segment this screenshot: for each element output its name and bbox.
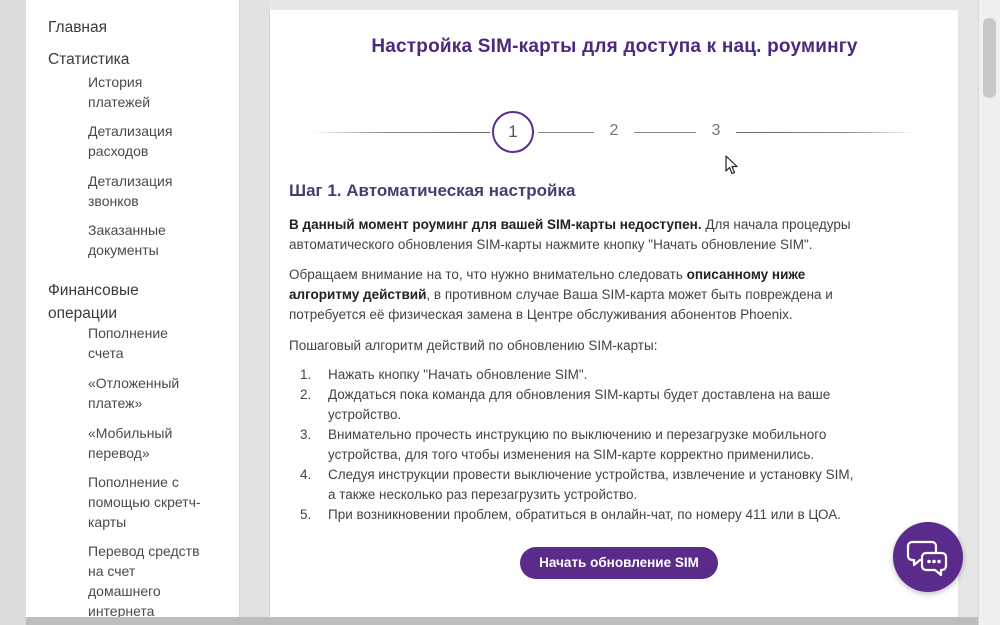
sidebar-item-statistics[interactable]: Статистика — [48, 48, 129, 71]
sidebar-item-label: Детализация — [88, 123, 173, 139]
list-item-number: 4. — [300, 467, 312, 482]
sidebar-item-label: домашнего — [88, 583, 161, 599]
sidebar-item-label: Пополнение с — [88, 474, 179, 490]
list-item: 1. Нажать кнопку "Начать обновление SIM"… — [300, 365, 940, 385]
layout-gap — [958, 0, 978, 625]
paragraph-bold: описанному ниже — [686, 267, 806, 282]
list-item-text: Внимательно прочесть инструкцию по выклю… — [328, 427, 827, 442]
stepper-line — [312, 132, 490, 133]
roaming-unavailable-paragraph: В данный момент роуминг для вашей SIM-ка… — [289, 215, 939, 255]
algorithm-steps-list: 1. Нажать кнопку "Начать обновление SIM"… — [300, 365, 940, 525]
list-item-number: 1. — [300, 367, 312, 382]
sidebar-item-main[interactable]: Главная — [48, 16, 107, 39]
progress-stepper: 1 2 3 — [270, 108, 959, 156]
stepper-line — [736, 132, 918, 133]
sidebar-item-call-details[interactable]: Детализация звонков — [88, 171, 228, 211]
sidebar-item-mobile-transfer[interactable]: «Мобильный перевод» — [88, 423, 228, 463]
sidebar-item-label: операции — [48, 305, 118, 322]
step-2: 2 — [609, 122, 619, 139]
list-item: 5. При возникновении проблем, обратиться… — [300, 505, 940, 525]
list-item-text: а также несколько раз перезагрузить устр… — [328, 487, 638, 502]
roaming-unavailable-bold: В данный момент роуминг для вашей SIM-ка… — [289, 217, 702, 232]
sidebar-item-label: расходов — [88, 143, 149, 159]
sidebar-nav: Главная Статистика История платежей Дета… — [26, 0, 240, 625]
sidebar-item-label: Перевод средств — [88, 543, 200, 559]
online-chat-button[interactable] — [893, 522, 963, 592]
sidebar-item-label: перевод» — [88, 445, 150, 461]
list-item-number: 5. — [300, 507, 312, 522]
sidebar-item-scratch-card[interactable]: Пополнение с помощью скретч- карты — [88, 472, 228, 532]
sidebar-item-label: платежей — [88, 94, 151, 110]
vertical-scrollbar[interactable] — [978, 0, 1000, 625]
sidebar-item-internet-transfer[interactable]: Перевод средств на счет домашнего интерн… — [88, 541, 228, 621]
step-3: 3 — [711, 122, 721, 139]
list-item: 4. Следуя инструкции провести выключение… — [300, 465, 940, 505]
sidebar-item-label: платеж» — [88, 395, 143, 411]
sidebar-item-label: Заказанные — [88, 222, 166, 238]
list-item-text: Следуя инструкции провести выключение ус… — [328, 467, 854, 482]
list-item-number: 2. — [300, 387, 312, 402]
sidebar-item-expense-details[interactable]: Детализация расходов — [88, 121, 228, 161]
algorithm-intro: Пошаговый алгоритм действий по обновлени… — [289, 338, 658, 353]
mouse-pointer-icon — [725, 155, 738, 175]
sidebar-item-label: История — [88, 74, 143, 90]
stepper-line — [538, 132, 594, 133]
sidebar-item-label: Детализация — [88, 173, 173, 189]
list-item: 3. Внимательно прочесть инструкцию по вы… — [300, 425, 940, 465]
sidebar-item-label: Пополнение — [88, 325, 168, 341]
sidebar-item-payment-history[interactable]: История платежей — [88, 72, 228, 112]
sidebar-item-top-up[interactable]: Пополнение счета — [88, 323, 228, 363]
paragraph-text: автоматического обновления SIM-карты наж… — [289, 237, 813, 252]
sidebar-item-label: звонков — [88, 193, 139, 209]
sidebar-item-label: документы — [88, 242, 159, 258]
paragraph-text: Для начала процедуры — [701, 217, 851, 232]
paragraph-text: Обращаем внимание на то, что нужно внима… — [289, 267, 687, 282]
scrollbar-thumb[interactable] — [983, 18, 996, 98]
main-content: Настройка SIM-карты для доступа к нац. р… — [269, 10, 958, 625]
list-item-text: Нажать кнопку "Начать обновление SIM". — [328, 367, 588, 382]
list-item-text: Дождаться пока команда для обновления SI… — [328, 387, 831, 402]
paragraph-text: , в противном случае Ваша SIM-карта може… — [426, 287, 833, 302]
sidebar-item-financial-operations[interactable]: Финансовые операции — [48, 279, 139, 325]
sidebar-item-label: «Отложенный — [88, 375, 180, 391]
chat-bubbles-icon — [906, 540, 948, 577]
window-left-frame — [0, 0, 26, 625]
page-title: Настройка SIM-карты для доступа к нац. р… — [371, 36, 858, 57]
sidebar-item-ordered-documents[interactable]: Заказанные документы — [88, 220, 228, 260]
sidebar-item-deferred-payment[interactable]: «Отложенный платеж» — [88, 373, 228, 413]
sidebar-item-label: карты — [88, 514, 127, 530]
list-item-text: При возникновении проблем, обратиться в … — [328, 507, 842, 522]
paragraph-text: потребуется её физическая замена в Центр… — [289, 307, 793, 322]
list-item-text: устройства, для того чтобы изменения на … — [328, 447, 815, 462]
sidebar-item-label: на счет — [88, 563, 136, 579]
list-item-text: устройство. — [328, 407, 402, 422]
layout-gap — [240, 0, 269, 625]
step-1-active: 1 — [492, 111, 534, 153]
start-sim-update-button[interactable]: Начать обновление SIM — [520, 547, 718, 579]
horizontal-scrollbar[interactable] — [26, 617, 978, 625]
sidebar-item-label: помощью скретч- — [88, 494, 201, 510]
stepper-line — [634, 132, 696, 133]
sidebar-item-label: счета — [88, 345, 124, 361]
list-item-number: 3. — [300, 427, 312, 442]
step-heading: Шаг 1. Автоматическая настройка — [289, 181, 576, 200]
sidebar-item-label: Финансовые — [48, 282, 139, 299]
paragraph-bold: алгоритму действий — [289, 287, 427, 302]
sidebar-item-label: «Мобильный — [88, 425, 173, 441]
list-item: 2. Дождаться пока команда для обновления… — [300, 385, 940, 425]
warning-paragraph: Обращаем внимание на то, что нужно внима… — [289, 265, 939, 325]
